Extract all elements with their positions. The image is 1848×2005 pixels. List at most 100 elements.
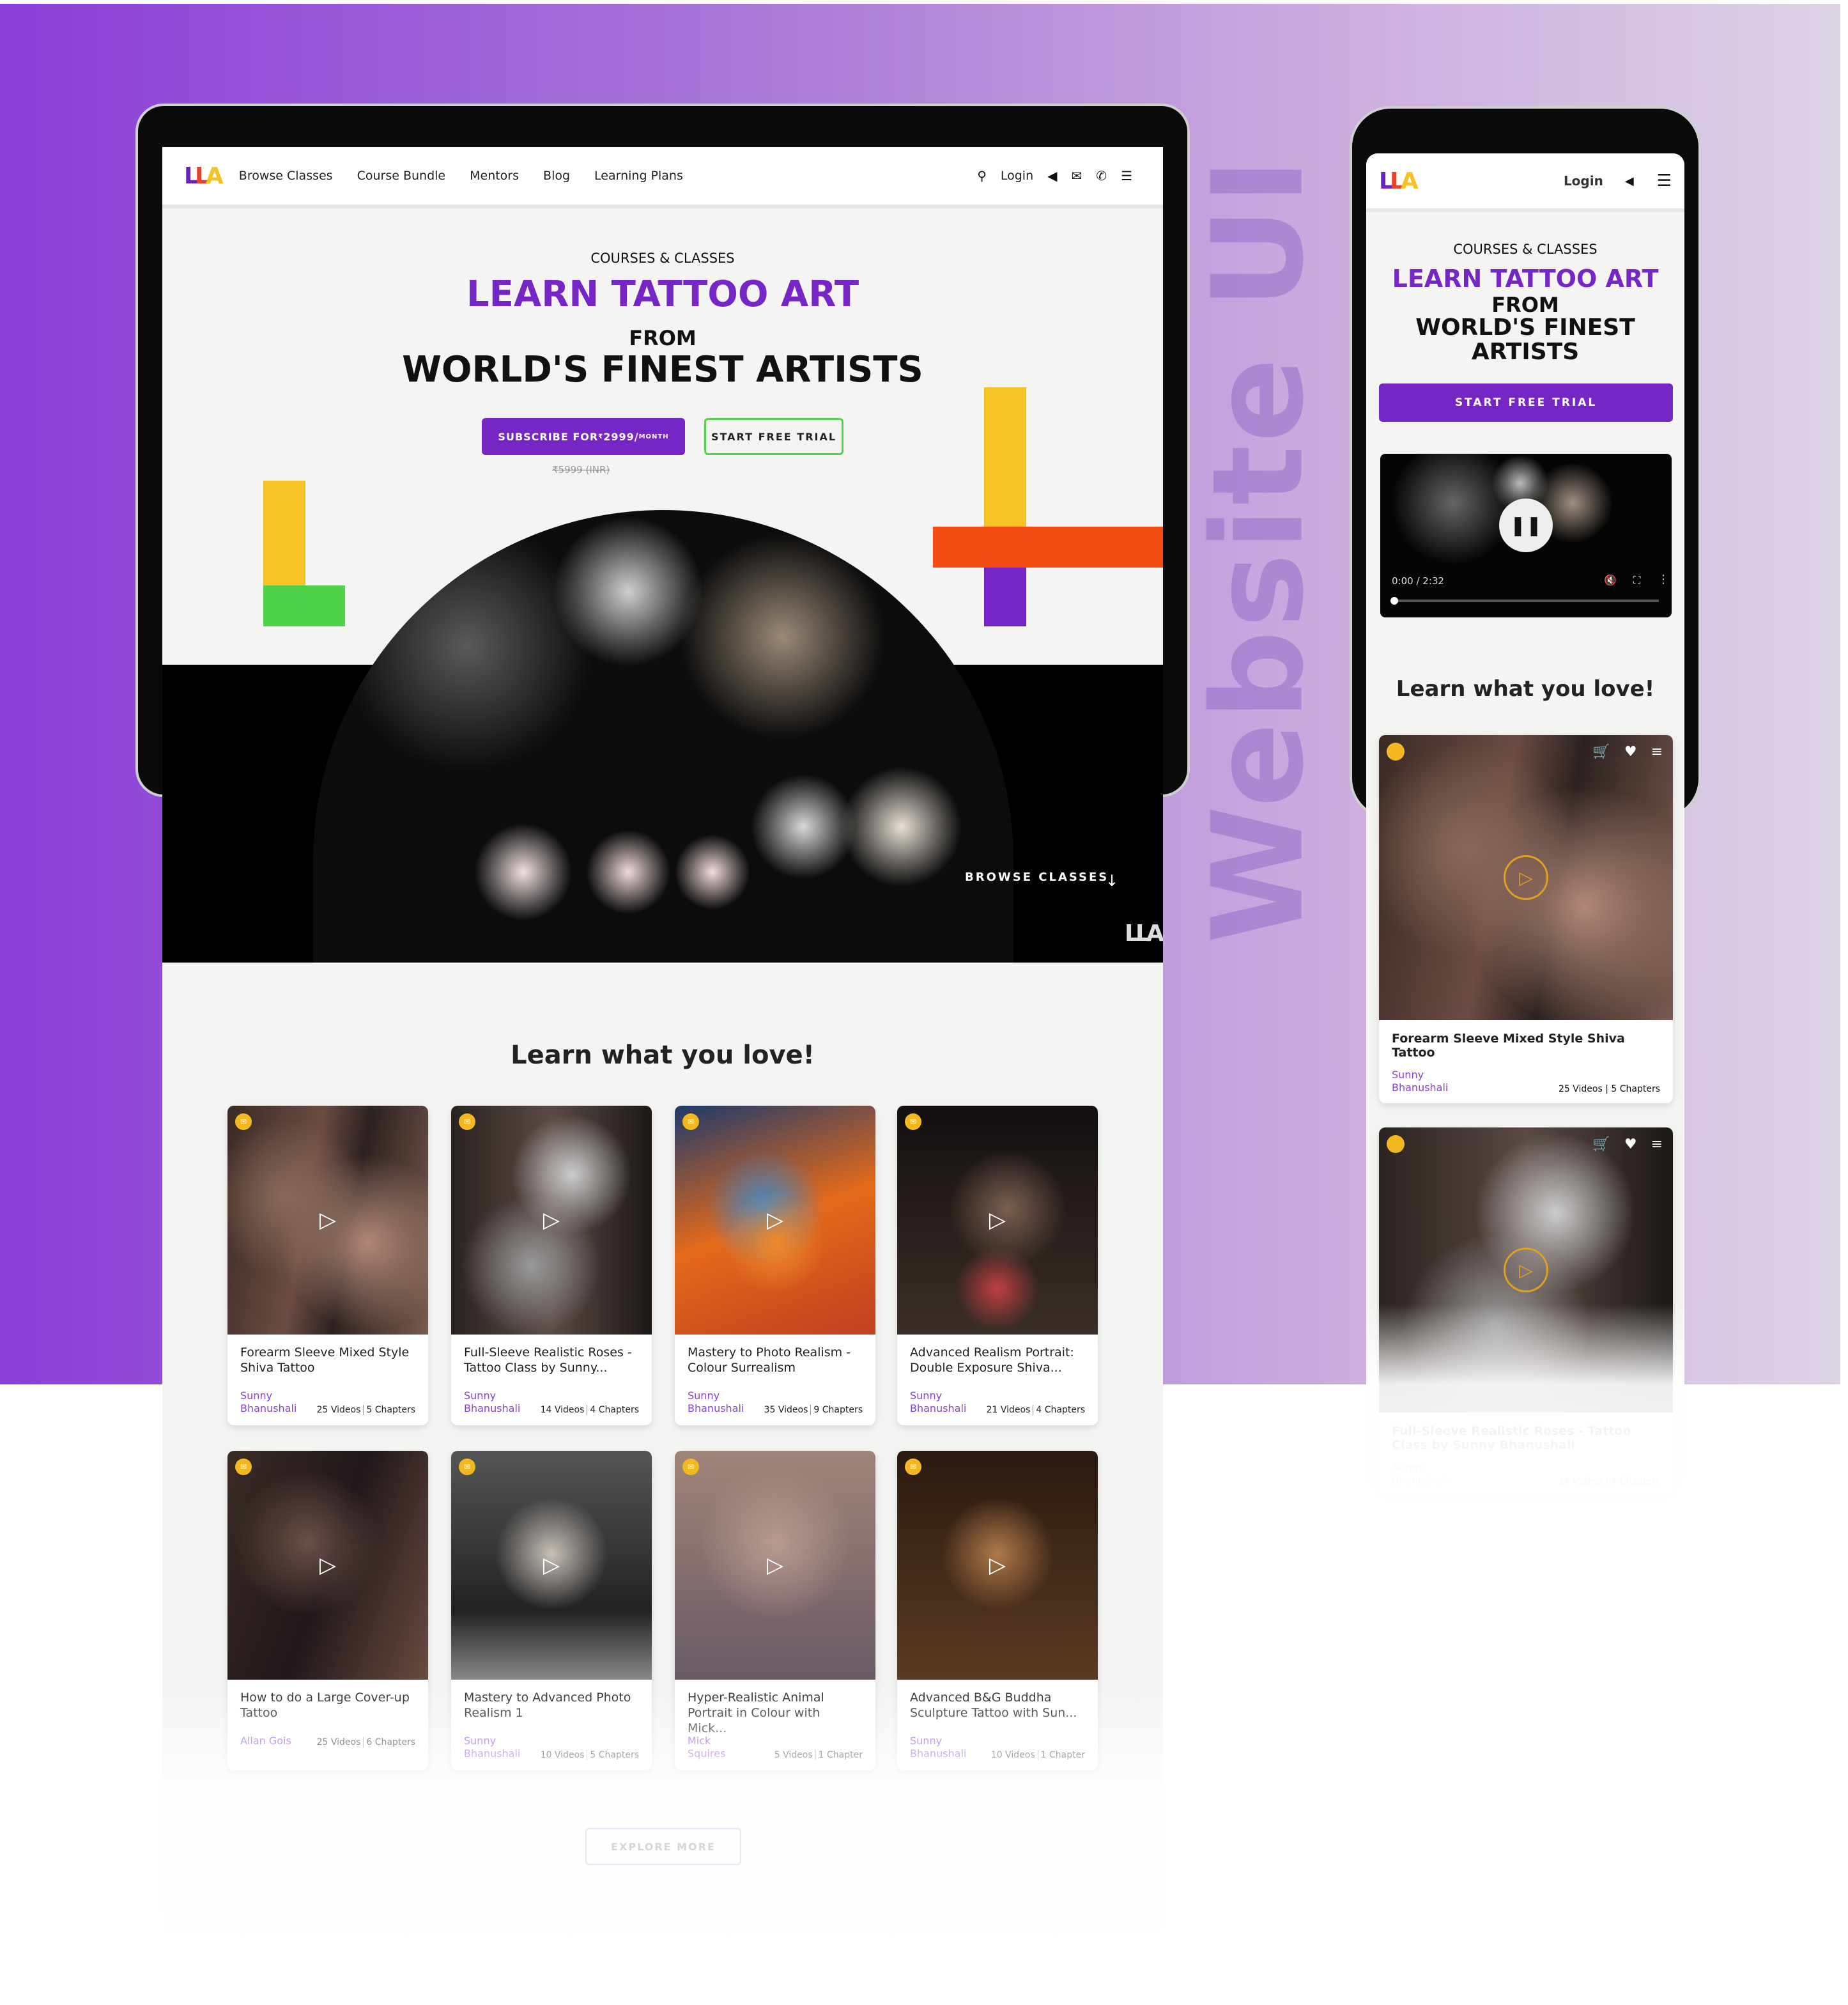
course-thumbnail[interactable]: ✉ ▷ xyxy=(675,1106,875,1335)
premium-badge-icon xyxy=(1387,1135,1405,1153)
course-card[interactable]: ✉ ▷ Full-Sleeve Realistic Roses - Tattoo … xyxy=(451,1106,652,1425)
premium-badge-icon: ✉ xyxy=(235,1459,252,1475)
nav-mentors[interactable]: Mentors xyxy=(470,169,519,183)
course-title[interactable]: Advanced Realism Portrait: Double Exposu… xyxy=(897,1335,1098,1384)
side-title: Website UI xyxy=(1186,155,1332,944)
old-price: ₹5999 (INR) xyxy=(552,464,610,476)
site-logo[interactable]: LLA xyxy=(184,163,224,189)
premium-badge-icon xyxy=(1387,743,1405,761)
premium-badge-icon: ✉ xyxy=(459,1113,475,1130)
nav-learning-plans[interactable]: Learning Plans xyxy=(594,169,683,183)
decor-bar-green xyxy=(263,585,345,626)
fullscreen-icon[interactable]: ⛶ xyxy=(1633,574,1640,587)
play-icon[interactable]: ▷ xyxy=(767,1207,783,1233)
play-icon[interactable]: ▷ xyxy=(1504,855,1548,900)
premium-badge-icon: ✉ xyxy=(905,1113,921,1130)
course-author[interactable]: Sunny Bhanushali xyxy=(240,1390,304,1415)
course-card[interactable]: 🛒 ♥ ≡ ▷ Forearm Sleeve Mixed Style Shiva T… xyxy=(1379,735,1673,1103)
nav-course-bundle[interactable]: Course Bundle xyxy=(357,169,446,183)
video-count: 25 Videos xyxy=(316,1405,361,1415)
course-title[interactable]: Mastery to Photo Realism - Colour Surrea… xyxy=(675,1335,875,1384)
chapter-count: 9 Chapters xyxy=(810,1405,863,1415)
more-options-icon[interactable]: ⋮ xyxy=(1658,573,1669,586)
menu-icon[interactable]: ☰ xyxy=(1657,171,1672,190)
video-count: 21 Videos xyxy=(986,1405,1031,1415)
explore-more-button[interactable]: EXPLORE MORE xyxy=(585,1828,741,1865)
chapter-count: 5 Chapters xyxy=(363,1405,415,1415)
course-card[interactable]: ✉ ▷ Advanced Realism Portrait: Double Exp… xyxy=(897,1106,1098,1425)
course-author[interactable]: Sunny Bhanushali xyxy=(464,1390,528,1415)
premium-badge-icon: ✉ xyxy=(682,1459,699,1475)
hero-title: LEARN TATTOO ART xyxy=(466,274,859,315)
start-free-trial-button[interactable]: START FREE TRIAL xyxy=(704,418,843,455)
mobile-navbar: LLA Login ◀ ☰ xyxy=(1366,153,1684,212)
video-progress-track[interactable] xyxy=(1393,600,1659,602)
course-author[interactable]: Sunny Bhanushali xyxy=(910,1390,974,1415)
course-card[interactable]: ✉ ▷ Mastery to Photo Realism - Colour Sur… xyxy=(675,1106,875,1425)
course-title[interactable]: Forearm Sleeve Mixed Style Shiva Tattoo xyxy=(227,1335,428,1384)
watermark-logo: LLA xyxy=(1125,920,1163,947)
login-link[interactable]: Login xyxy=(1001,169,1033,183)
nav-blog[interactable]: Blog xyxy=(543,169,570,183)
login-link[interactable]: Login xyxy=(1564,173,1603,189)
mail-icon[interactable]: ✉ xyxy=(1072,168,1082,183)
play-icon[interactable]: ▷ xyxy=(989,1207,1006,1233)
premium-badge-icon: ✉ xyxy=(905,1459,921,1475)
heart-icon[interactable]: ♥ xyxy=(1624,744,1637,760)
premium-badge-icon: ✉ xyxy=(682,1113,699,1130)
pause-icon[interactable]: ❚❚ xyxy=(1499,499,1553,552)
course-thumbnail[interactable]: ✉ ▷ xyxy=(675,1451,875,1680)
play-icon[interactable]: ▷ xyxy=(767,1552,783,1578)
subscribe-button[interactable]: SUBSCRIBE FOR ₹2999/MONTH xyxy=(482,418,685,455)
menu-icon[interactable]: ☰ xyxy=(1121,168,1132,183)
play-icon[interactable]: ▷ xyxy=(543,1552,560,1578)
playlist-icon[interactable]: ≡ xyxy=(1651,1136,1663,1152)
hero-from: FROM xyxy=(1491,293,1559,317)
hero-sculpture-image xyxy=(313,510,1013,963)
course-thumbnail[interactable]: ✉ ▷ xyxy=(227,1451,428,1680)
play-icon[interactable]: ▷ xyxy=(543,1207,560,1233)
premium-badge-icon: ✉ xyxy=(235,1113,252,1130)
hero-from: FROM xyxy=(629,326,697,350)
video-player[interactable]: ❚❚ 0:00 / 2:32 🔇 ⛶ ⋮ xyxy=(1380,454,1672,617)
fade-overlay xyxy=(1366,1304,1684,1534)
course-title[interactable]: Forearm Sleeve Mixed Style Shiva Tattoo xyxy=(1379,1020,1673,1060)
hero-eyebrow: COURSES & CLASSES xyxy=(590,251,735,266)
hero-subtitle: WORLD'S FINEST ARTISTS xyxy=(402,349,923,391)
playlist-icon[interactable]: ≡ xyxy=(1651,744,1663,760)
chapter-count: 5 Chapters xyxy=(1611,1084,1660,1094)
course-thumbnail[interactable]: ✉ ▷ xyxy=(451,1451,652,1680)
megaphone-icon[interactable]: ◀ xyxy=(1625,174,1634,188)
mobile-screen: LLA Login ◀ ☰ COURSES & CLASSES LEARN TA… xyxy=(1366,153,1684,1534)
hero-line2: WORLD'S FINEST xyxy=(1415,314,1635,341)
decor-bar-purple xyxy=(984,568,1026,626)
heart-icon[interactable]: ♥ xyxy=(1624,1136,1637,1152)
nav-browse-classes[interactable]: Browse Classes xyxy=(239,169,333,183)
course-author[interactable]: Sunny Bhanushali xyxy=(688,1390,751,1415)
play-icon[interactable]: ▷ xyxy=(989,1552,1006,1578)
play-icon[interactable]: ▷ xyxy=(320,1207,336,1233)
hero-title: LEARN TATTOO ART xyxy=(1392,265,1659,293)
start-free-trial-button[interactable]: START FREE TRIAL xyxy=(1379,383,1673,422)
phone-icon[interactable]: ✆ xyxy=(1096,168,1107,183)
course-card[interactable]: ✉ ▷ Forearm Sleeve Mixed Style Shiva Tatt… xyxy=(227,1106,428,1425)
course-author[interactable]: Sunny Bhanushali xyxy=(1392,1069,1456,1094)
play-icon[interactable]: ▷ xyxy=(320,1552,336,1578)
video-count: 25 Videos xyxy=(1558,1084,1603,1094)
megaphone-icon[interactable]: ◀ xyxy=(1047,168,1057,183)
search-icon[interactable]: ⚲ xyxy=(977,168,987,183)
mute-icon[interactable]: 🔇 xyxy=(1604,574,1617,586)
hero-line3: ARTISTS xyxy=(1471,339,1580,365)
course-thumbnail[interactable]: ✉ ▷ xyxy=(897,1451,1098,1680)
site-logo[interactable]: LLA xyxy=(1379,168,1419,194)
play-icon[interactable]: ▷ xyxy=(1504,1248,1548,1292)
browse-classes-link[interactable]: BROWSE CLASSES xyxy=(965,871,1109,884)
course-thumbnail[interactable]: 🛒 ♥ ≡ ▷ xyxy=(1379,735,1673,1020)
course-thumbnail[interactable]: ✉ ▷ xyxy=(897,1106,1098,1335)
course-thumbnail[interactable]: ✉ ▷ xyxy=(451,1106,652,1335)
course-thumbnail[interactable]: ✉ ▷ xyxy=(227,1106,428,1335)
cart-icon[interactable]: 🛒 xyxy=(1592,744,1610,760)
course-title[interactable]: Full-Sleeve Realistic Roses - Tattoo Cla… xyxy=(451,1335,652,1384)
cart-icon[interactable]: 🛒 xyxy=(1592,1136,1610,1152)
video-progress-handle[interactable] xyxy=(1390,597,1398,605)
